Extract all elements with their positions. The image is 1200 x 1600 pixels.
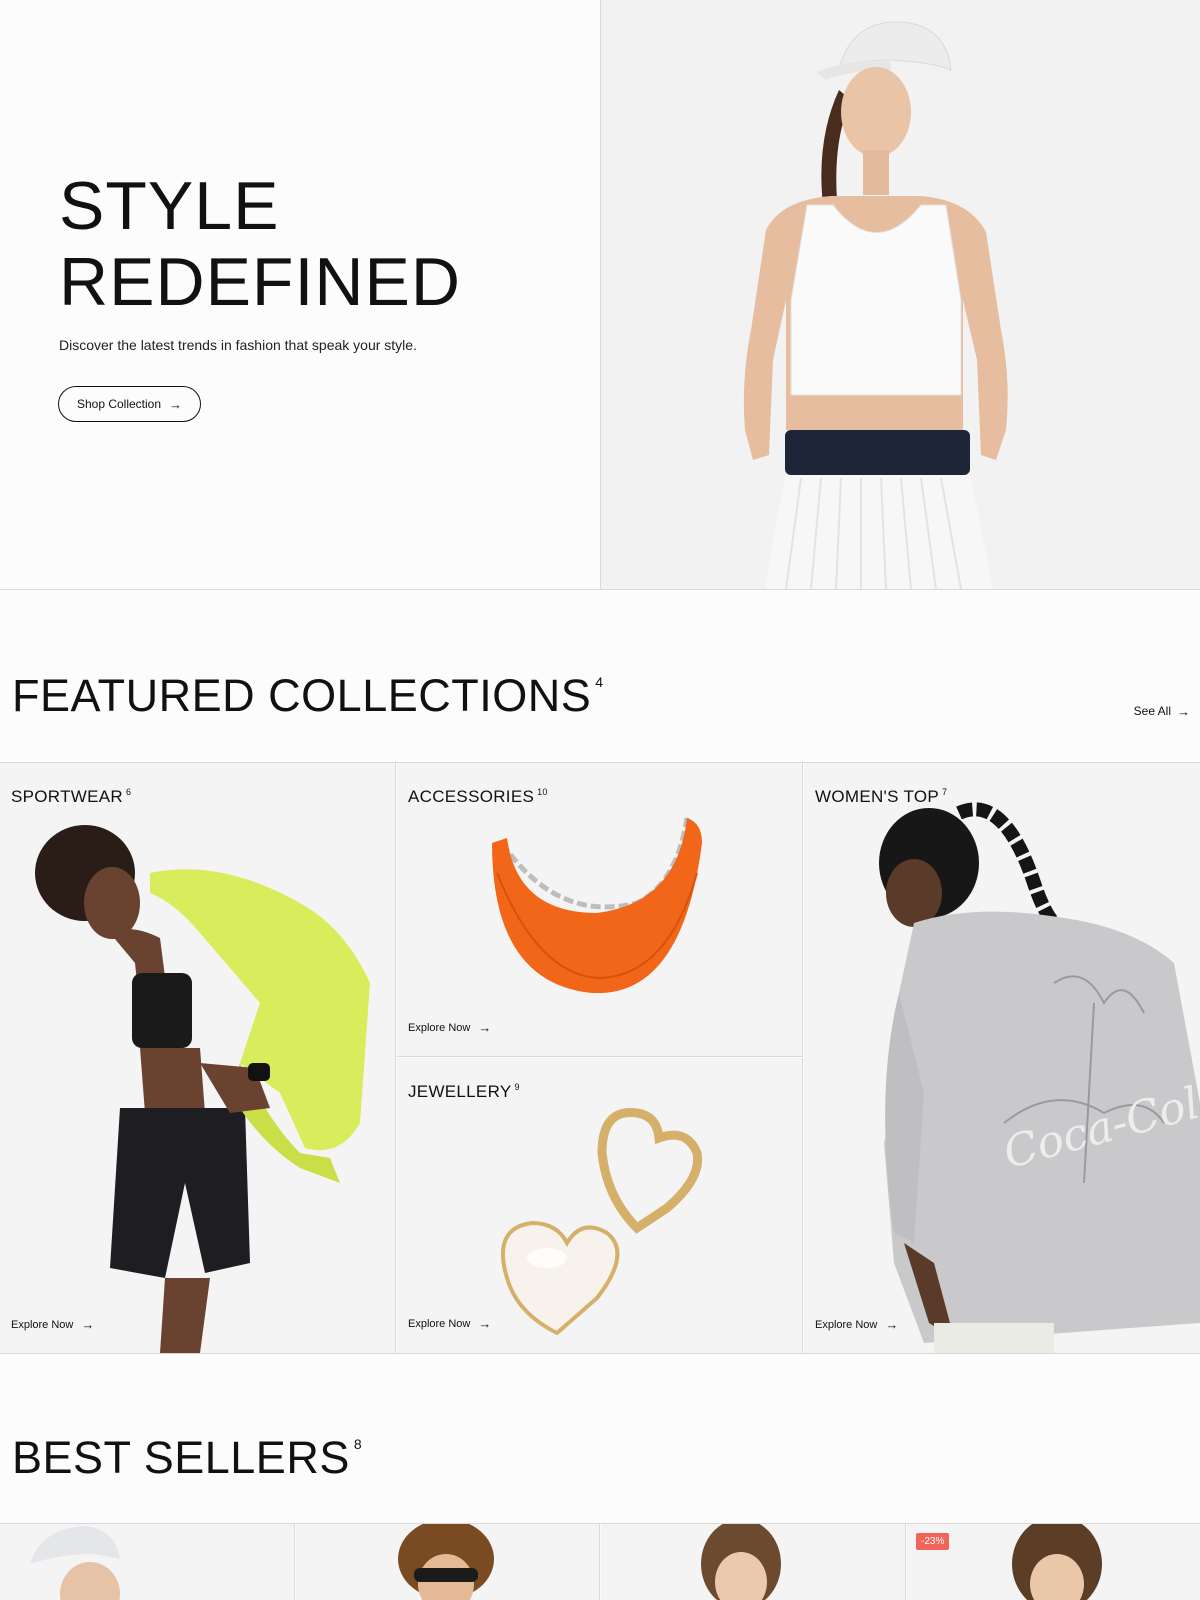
collection-card-accessories[interactable]: ACCESSORIES 10 Explore Now → — [397, 763, 803, 1057]
collections-grid: SPORTWEAR 6 Explore Now → ACCESSORIES 10… — [0, 762, 1200, 1354]
explore-now-link[interactable]: Explore Now → — [408, 1021, 491, 1034]
collection-card-jewellery[interactable]: JEWELLERY 9 Explore Now → — [397, 1058, 803, 1353]
best-sellers-title: BEST SELLERS 8 — [12, 1432, 363, 1483]
collection-title: WOMEN'S TOP 7 — [815, 787, 948, 806]
explore-now-link[interactable]: Explore Now → — [408, 1317, 491, 1330]
collection-card-womens-top[interactable]: WOMEN'S TOP 7 Coca-Cola Explore Now → — [804, 763, 1200, 1353]
arrow-right-icon: → — [478, 1020, 492, 1035]
arrow-right-icon: → — [478, 1316, 492, 1331]
featured-collections-count: 4 — [595, 674, 604, 690]
hero-subtitle: Discover the latest trends in fashion th… — [59, 337, 417, 353]
orange-bag-image — [397, 763, 802, 1056]
collection-title: SPORTWEAR 6 — [11, 787, 132, 806]
explore-now-link[interactable]: Explore Now → — [815, 1318, 898, 1331]
product-card[interactable]: -23% — [907, 1524, 1200, 1600]
sportwear-image — [0, 763, 395, 1353]
collection-title: JEWELLERY 9 — [408, 1082, 520, 1101]
womens-top-image: Coca-Cola — [804, 763, 1200, 1353]
hero-model-illustration — [601, 0, 1200, 589]
discount-badge: -23% — [916, 1533, 950, 1550]
product-card[interactable] — [0, 1524, 295, 1600]
explore-now-link[interactable]: Explore Now → — [11, 1318, 94, 1331]
hero-text-panel: STYLE REDEFINED Discover the latest tren… — [0, 0, 601, 589]
hero-title: STYLE REDEFINED — [59, 168, 461, 320]
hero-section: STYLE REDEFINED Discover the latest tren… — [0, 0, 1200, 590]
arrow-right-icon: → — [1177, 703, 1190, 719]
product-image — [398, 1524, 494, 1600]
collection-card-sportwear[interactable]: SPORTWEAR 6 Explore Now → — [0, 763, 396, 1353]
product-card[interactable] — [601, 1524, 906, 1600]
best-sellers-grid: -23% — [0, 1523, 1200, 1600]
featured-collections-title: FEATURED COLLECTIONS 4 — [12, 670, 604, 721]
see-all-link[interactable]: See All → — [1134, 704, 1190, 718]
arrow-right-icon: → — [81, 1317, 95, 1332]
shop-collection-button[interactable]: Shop Collection → — [58, 386, 201, 422]
pearl-earrings-image — [397, 1058, 802, 1353]
product-image — [30, 1526, 120, 1600]
product-card[interactable] — [296, 1524, 600, 1600]
product-image — [701, 1524, 781, 1600]
product-image — [1012, 1524, 1102, 1600]
arrow-right-icon: → — [169, 396, 183, 412]
hero-image — [601, 0, 1200, 589]
arrow-right-icon: → — [885, 1317, 899, 1332]
collection-title: ACCESSORIES 10 — [408, 787, 548, 806]
best-sellers-count: 8 — [353, 1436, 363, 1452]
